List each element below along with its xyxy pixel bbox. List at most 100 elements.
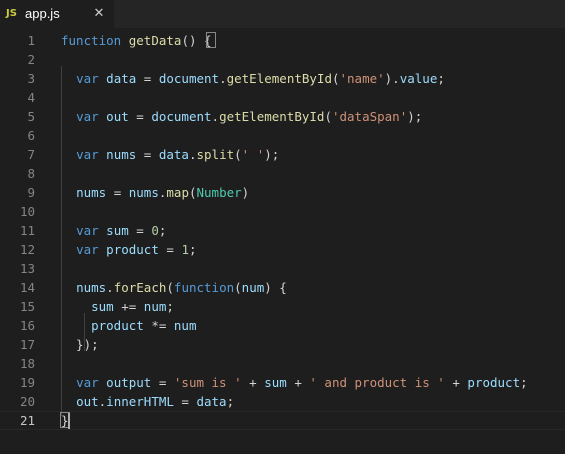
code-token: (: [331, 71, 340, 86]
code-token: (: [188, 185, 197, 200]
code-line[interactable]: 21}: [0, 411, 565, 430]
line-number: 3: [27, 71, 35, 86]
code-line[interactable]: 6: [0, 126, 565, 145]
code-token: +: [444, 375, 468, 390]
line-number: 7: [27, 147, 35, 162]
code-line[interactable]: 19 var output = 'sum is ' + sum + ' and …: [0, 373, 565, 392]
code-token: ) {: [264, 280, 287, 295]
code-line[interactable]: 3 var data = document.getElementById('na…: [0, 69, 565, 88]
line-number: 1: [27, 33, 35, 48]
code-line[interactable]: 11 var sum = 0;: [0, 221, 565, 240]
code-text: var output = 'sum is ' + sum + ' and pro…: [61, 373, 528, 392]
code-token: function: [173, 280, 235, 295]
code-text: nums.forEach(function(num) {: [61, 278, 287, 297]
code-token: split: [196, 147, 235, 162]
line-number: 5: [27, 109, 35, 124]
tab-app-js[interactable]: JS app.js ✕: [0, 0, 114, 28]
code-line[interactable]: 9 nums = nums.map(Number): [0, 183, 565, 202]
code-token: ;: [188, 242, 197, 257]
code-token: num: [241, 280, 265, 295]
code-token: +=: [113, 299, 144, 314]
line-number: 15: [19, 299, 35, 314]
line-number: 4: [27, 90, 35, 105]
code-token: nums: [106, 147, 137, 162]
line-number: 12: [19, 242, 35, 257]
code-token: });: [61, 337, 99, 352]
code-line[interactable]: 18: [0, 354, 565, 373]
code-line[interactable]: 1 function getData() {: [0, 31, 565, 50]
code-token: getElementById: [226, 71, 332, 86]
line-number: 13: [19, 261, 35, 276]
code-line[interactable]: 2: [0, 50, 565, 69]
code-token: nums: [76, 185, 107, 200]
code-line[interactable]: 12 var product = 1;: [0, 240, 565, 259]
code-token: ): [241, 185, 250, 200]
code-line[interactable]: 20 out.innerHTML = data;: [0, 392, 565, 411]
code-token: );: [264, 147, 280, 162]
code-token: =: [136, 147, 159, 162]
code-text: var nums = data.split(' ');: [61, 145, 279, 164]
code-token: =: [158, 242, 182, 257]
code-token: =: [128, 223, 152, 238]
line-number: 9: [27, 185, 35, 200]
code-token: 'dataSpan': [331, 109, 408, 124]
code-line[interactable]: 8: [0, 164, 565, 183]
code-token: product: [106, 242, 159, 257]
code-line[interactable]: 5 var out = document.getElementById('dat…: [0, 107, 565, 126]
code-line[interactable]: 10: [0, 202, 565, 221]
code-token: forEach: [113, 280, 167, 295]
line-number: 2: [27, 52, 35, 67]
code-token: =: [151, 375, 174, 390]
code-token: ;: [158, 223, 167, 238]
code-token: product: [467, 375, 521, 390]
code-token: data: [106, 71, 137, 86]
code-token: =: [106, 185, 129, 200]
code-text: });: [61, 335, 99, 354]
code-text: var data = document.getElementById('name…: [61, 69, 445, 88]
code-token: var: [76, 71, 99, 86]
code-token: value: [399, 71, 438, 86]
code-token: out: [76, 394, 99, 409]
code-text: product *= num: [61, 316, 196, 335]
code-line[interactable]: 13: [0, 259, 565, 278]
code-token: (: [324, 109, 332, 124]
line-number: 11: [19, 223, 35, 238]
javascript-file-icon: JS: [6, 8, 17, 19]
code-editor[interactable]: 21} 20 out.innerHTML = data; 19 var output…: [0, 28, 565, 454]
code-token: getElementById: [219, 109, 325, 124]
code-token: data: [196, 394, 227, 409]
code-token: =: [173, 394, 197, 409]
line-number: 10: [19, 204, 35, 219]
line-number: 8: [27, 166, 35, 181]
line-number: 6: [27, 128, 35, 143]
code-text: var out = document.getElementById('dataS…: [61, 107, 422, 126]
code-token: nums: [76, 280, 107, 295]
code-line[interactable]: 7 var nums = data.split(' ');: [0, 145, 565, 164]
code-text: var sum = 0;: [61, 221, 166, 240]
line-number: 19: [19, 375, 35, 390]
code-token: ;: [437, 71, 445, 86]
code-token: 1: [181, 242, 189, 257]
code-token: +: [286, 375, 310, 390]
code-token: var: [76, 223, 99, 238]
close-icon[interactable]: ✕: [92, 6, 106, 22]
code-token: ;: [520, 375, 528, 390]
code-line[interactable]: 14 nums.forEach(function(num) {: [0, 278, 565, 297]
code-token: num: [173, 318, 197, 333]
line-number: 16: [19, 318, 35, 333]
code-token: =: [136, 71, 159, 86]
code-token: sum: [106, 223, 129, 238]
code-token: data: [158, 147, 189, 162]
code-token: document: [158, 71, 220, 86]
code-token: out: [106, 109, 129, 124]
code-token: .: [188, 147, 197, 162]
code-line[interactable]: 4: [0, 88, 565, 107]
code-token: (: [166, 280, 174, 295]
code-token: *=: [143, 318, 174, 333]
